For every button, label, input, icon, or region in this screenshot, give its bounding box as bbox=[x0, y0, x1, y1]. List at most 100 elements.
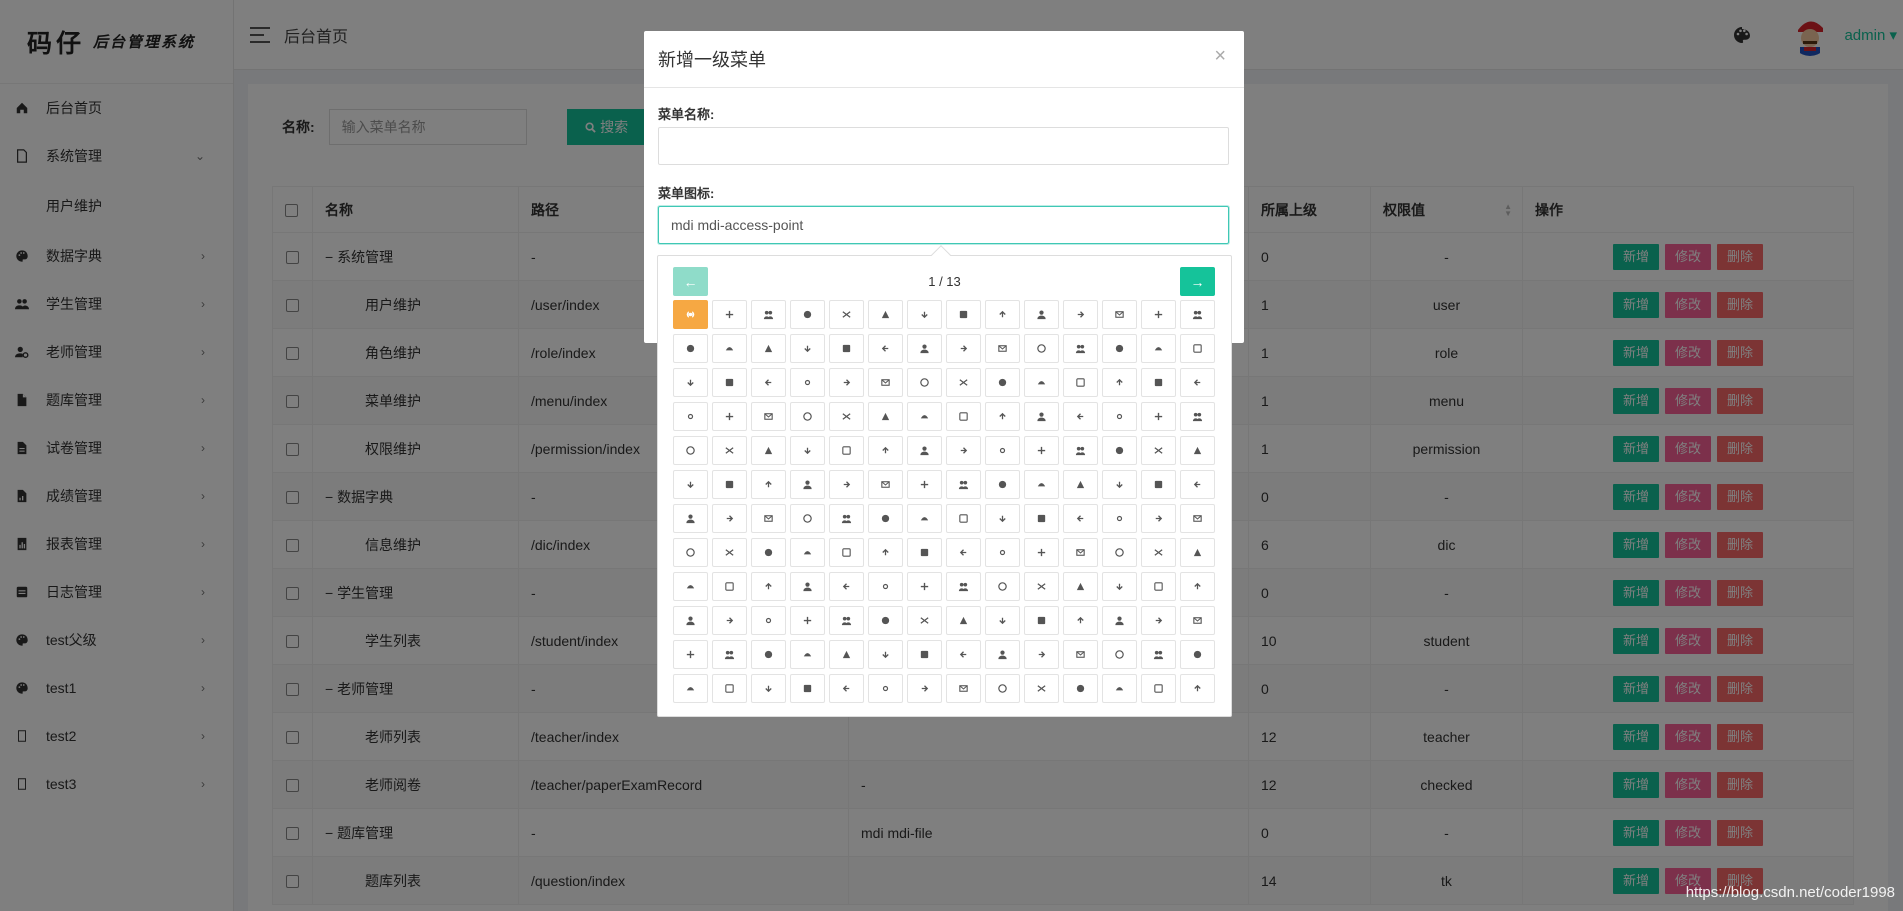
icon-option[interactable] bbox=[1141, 368, 1176, 397]
icon-option[interactable] bbox=[1102, 368, 1137, 397]
icon-option[interactable] bbox=[829, 538, 864, 567]
icon-option[interactable] bbox=[829, 368, 864, 397]
icon-option[interactable] bbox=[829, 572, 864, 601]
icon-option[interactable] bbox=[829, 640, 864, 669]
icon-option[interactable] bbox=[829, 402, 864, 431]
icon-option[interactable] bbox=[1063, 640, 1098, 669]
access-point-icon[interactable] bbox=[673, 300, 708, 329]
icon-option[interactable] bbox=[751, 606, 786, 635]
icon-option[interactable] bbox=[1180, 334, 1215, 363]
icon-option[interactable] bbox=[1024, 504, 1059, 533]
icon-option[interactable] bbox=[790, 300, 825, 329]
icon-option[interactable] bbox=[1141, 572, 1176, 601]
icon-option[interactable] bbox=[1141, 674, 1176, 703]
icon-option[interactable] bbox=[1141, 470, 1176, 499]
icon-option[interactable] bbox=[829, 300, 864, 329]
icon-option[interactable] bbox=[1102, 538, 1137, 567]
icon-option[interactable] bbox=[790, 606, 825, 635]
icon-option[interactable] bbox=[712, 674, 747, 703]
icon-option[interactable] bbox=[868, 436, 903, 465]
icon-option[interactable] bbox=[1024, 402, 1059, 431]
icon-option[interactable] bbox=[907, 504, 942, 533]
icon-option[interactable] bbox=[1024, 368, 1059, 397]
icon-option[interactable] bbox=[946, 572, 981, 601]
icon-option[interactable] bbox=[985, 334, 1020, 363]
icon-option[interactable] bbox=[1102, 436, 1137, 465]
icon-option[interactable] bbox=[1102, 572, 1137, 601]
icon-option[interactable] bbox=[751, 402, 786, 431]
icon-option[interactable] bbox=[868, 470, 903, 499]
icon-option[interactable] bbox=[946, 538, 981, 567]
menu-icon-field[interactable]: mdi mdi-access-point bbox=[658, 206, 1229, 244]
icon-option[interactable] bbox=[985, 504, 1020, 533]
icon-option[interactable] bbox=[751, 368, 786, 397]
icon-option[interactable] bbox=[1102, 470, 1137, 499]
icon-option[interactable] bbox=[1063, 674, 1098, 703]
icon-option[interactable] bbox=[1063, 470, 1098, 499]
icon-option[interactable] bbox=[1180, 538, 1215, 567]
icon-option[interactable] bbox=[1141, 334, 1176, 363]
icon-option[interactable] bbox=[712, 538, 747, 567]
icon-option[interactable] bbox=[907, 368, 942, 397]
icon-option[interactable] bbox=[946, 368, 981, 397]
icon-option[interactable] bbox=[1102, 402, 1137, 431]
icon-option[interactable] bbox=[1102, 334, 1137, 363]
icon-option[interactable] bbox=[1141, 436, 1176, 465]
icon-option[interactable] bbox=[673, 572, 708, 601]
icon-option[interactable] bbox=[1141, 538, 1176, 567]
icon-option[interactable] bbox=[868, 538, 903, 567]
next-page-button[interactable]: → bbox=[1180, 267, 1215, 296]
icon-option[interactable] bbox=[1102, 504, 1137, 533]
icon-option[interactable] bbox=[946, 504, 981, 533]
icon-option[interactable] bbox=[1102, 640, 1137, 669]
icon-option[interactable] bbox=[946, 402, 981, 431]
icon-option[interactable] bbox=[1141, 504, 1176, 533]
icon-option[interactable] bbox=[1063, 402, 1098, 431]
icon-option[interactable] bbox=[907, 674, 942, 703]
icon-option[interactable] bbox=[868, 640, 903, 669]
icon-option[interactable] bbox=[1024, 674, 1059, 703]
icon-option[interactable] bbox=[1141, 606, 1176, 635]
icon-option[interactable] bbox=[1180, 368, 1215, 397]
icon-option[interactable] bbox=[1180, 674, 1215, 703]
icon-option[interactable] bbox=[673, 606, 708, 635]
icon-option[interactable] bbox=[751, 436, 786, 465]
icon-option[interactable] bbox=[1024, 572, 1059, 601]
icon-option[interactable] bbox=[1180, 572, 1215, 601]
icon-option[interactable] bbox=[1063, 538, 1098, 567]
icon-option[interactable] bbox=[673, 436, 708, 465]
icon-option[interactable] bbox=[946, 436, 981, 465]
icon-option[interactable] bbox=[673, 504, 708, 533]
icon-option[interactable] bbox=[673, 402, 708, 431]
icon-option[interactable] bbox=[829, 674, 864, 703]
icon-option[interactable] bbox=[868, 300, 903, 329]
icon-option[interactable] bbox=[751, 674, 786, 703]
icon-option[interactable] bbox=[985, 606, 1020, 635]
icon-option[interactable] bbox=[985, 470, 1020, 499]
icon-option[interactable] bbox=[712, 402, 747, 431]
icon-option[interactable] bbox=[1063, 334, 1098, 363]
icon-option[interactable] bbox=[673, 538, 708, 567]
icon-option[interactable] bbox=[673, 470, 708, 499]
icon-option[interactable] bbox=[790, 640, 825, 669]
icon-option[interactable] bbox=[1141, 640, 1176, 669]
icon-option[interactable] bbox=[829, 470, 864, 499]
icon-option[interactable] bbox=[946, 674, 981, 703]
icon-option[interactable] bbox=[790, 470, 825, 499]
icon-option[interactable] bbox=[985, 402, 1020, 431]
icon-option[interactable] bbox=[946, 300, 981, 329]
icon-option[interactable] bbox=[1180, 504, 1215, 533]
icon-option[interactable] bbox=[790, 334, 825, 363]
icon-option[interactable] bbox=[712, 504, 747, 533]
icon-option[interactable] bbox=[985, 572, 1020, 601]
icon-option[interactable] bbox=[1024, 436, 1059, 465]
icon-option[interactable] bbox=[1063, 572, 1098, 601]
icon-option[interactable] bbox=[1024, 538, 1059, 567]
icon-option[interactable] bbox=[1063, 300, 1098, 329]
icon-option[interactable] bbox=[712, 300, 747, 329]
icon-option[interactable] bbox=[829, 504, 864, 533]
icon-option[interactable] bbox=[1024, 470, 1059, 499]
icon-option[interactable] bbox=[712, 606, 747, 635]
icon-option[interactable] bbox=[1024, 606, 1059, 635]
icon-option[interactable] bbox=[790, 572, 825, 601]
